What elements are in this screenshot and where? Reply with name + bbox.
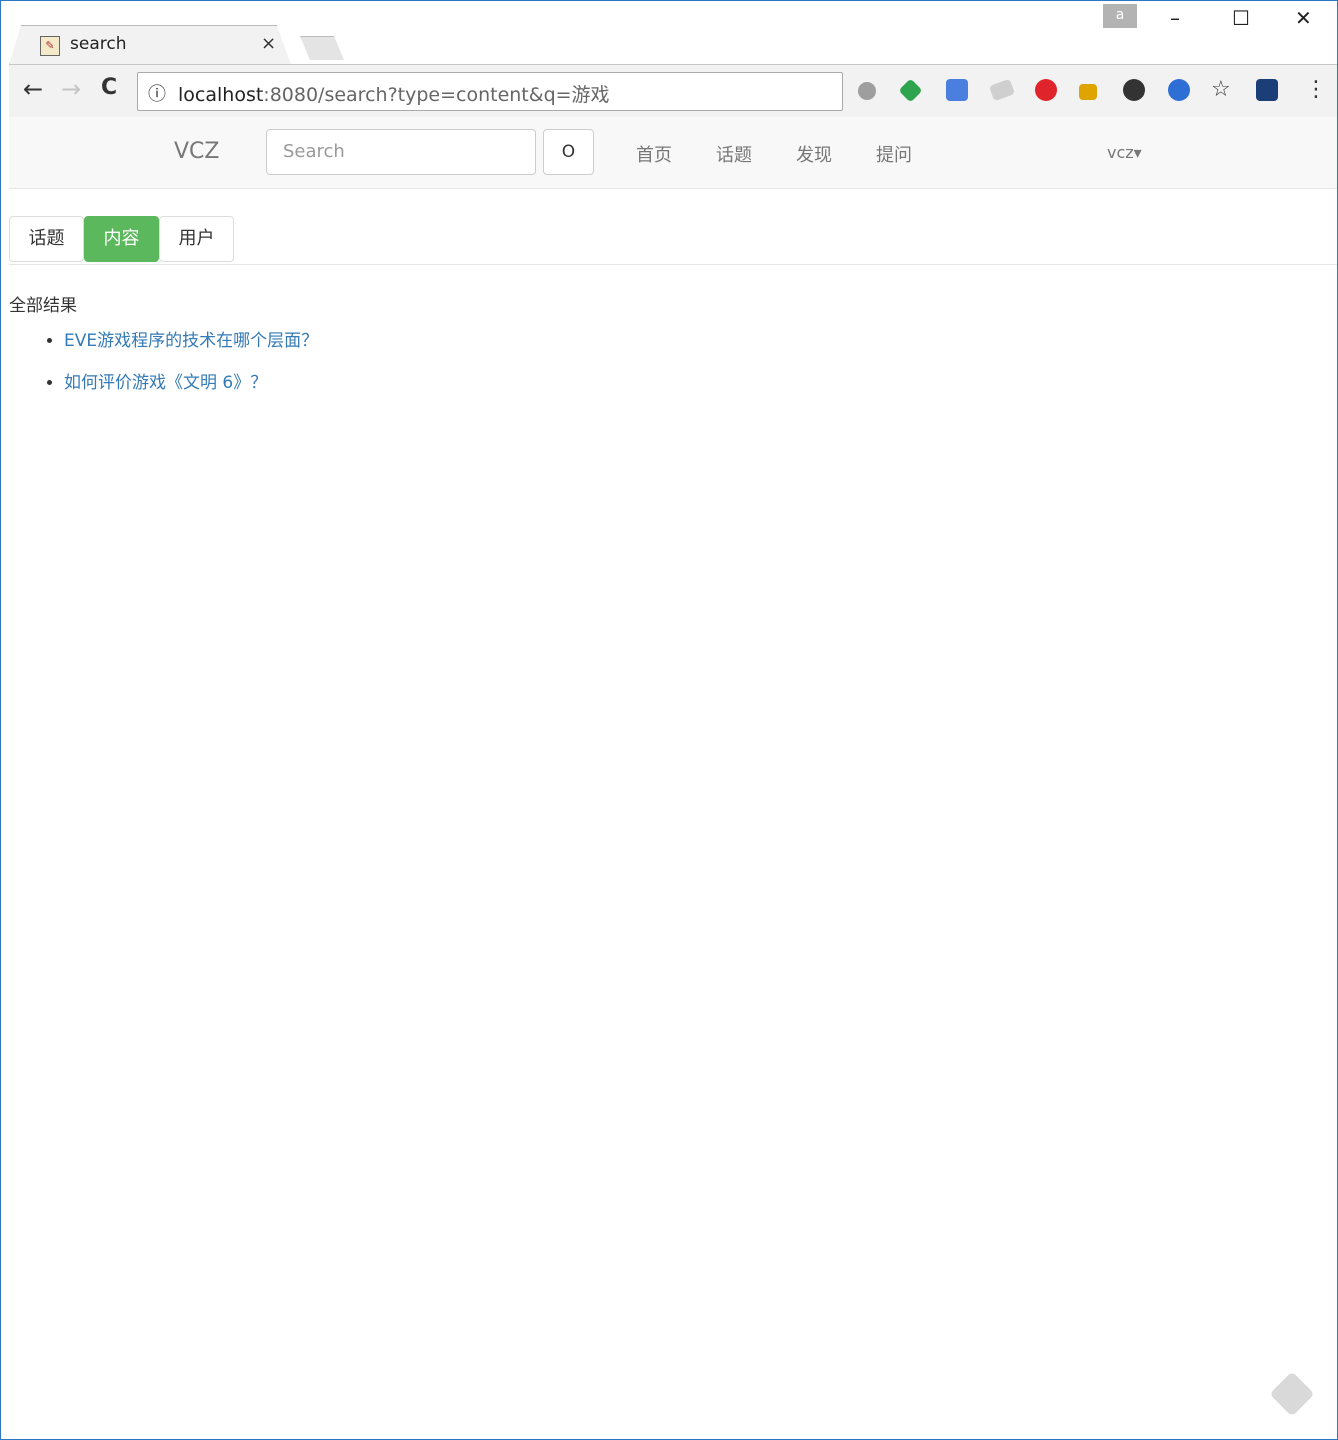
result-link[interactable]: 如何评价游戏《文明 6》？ [64,373,267,393]
favicon-icon: ✎ [40,36,60,56]
reload-icon[interactable]: C [101,75,117,100]
app-navbar: VCZ Search O 首页 话题 发现 提问 vcz▾ [9,117,1337,189]
nav-ask[interactable]: 提问 [876,141,912,167]
search-button[interactable]: O [543,129,594,175]
shield-icon[interactable] [1256,79,1278,101]
browser-toolbar: ← → C ⓘ localhost:8080/search?type=conte… [9,64,1337,118]
address-bar[interactable]: ⓘ localhost:8080/search?type=content&q=游… [137,72,843,111]
user-menu[interactable]: vcz▾ [1107,143,1142,162]
user-name: vcz [1107,143,1134,162]
bookmark-star-icon[interactable]: ☆ [1211,77,1231,102]
results-heading: 全部结果 [9,296,77,316]
record-icon[interactable] [858,82,876,100]
results-list: EVE游戏程序的技术在哪个层面？ 如何评价游戏《文明 6》？ [9,327,318,411]
globe-icon[interactable] [1168,79,1190,101]
forward-icon[interactable]: → [61,75,81,103]
tag-icon[interactable] [988,78,1016,102]
nav-topics[interactable]: 话题 [716,141,752,167]
site-info-icon[interactable]: ⓘ [148,80,166,106]
tab-close-icon[interactable]: × [261,33,276,54]
tab-title: search [70,34,127,54]
maximize-icon[interactable]: ☐ [1232,6,1250,30]
list-item: EVE游戏程序的技术在哪个层面？ [64,327,318,369]
translate-icon[interactable] [946,79,968,101]
browser-menu-icon[interactable]: ⋮ [1305,77,1327,102]
browser-tab-content[interactable]: ✎ search × [9,25,291,65]
caret-down-icon: ▾ [1133,143,1142,162]
tab-topics[interactable]: 话题 [9,216,84,262]
tab-content[interactable]: 内容 [84,216,159,262]
tabs-divider [9,264,1337,265]
address-text[interactable]: localhost:8080/search?type=content&q=游戏 [178,80,610,107]
brand-logo[interactable]: VCZ [174,139,219,164]
address-path: :8080/search?type=content&q=游戏 [263,84,610,106]
circle-e-icon[interactable] [1123,79,1145,101]
search-input[interactable]: Search [266,129,536,175]
nav-home[interactable]: 首页 [636,141,672,167]
adblock-icon[interactable] [1035,79,1057,101]
green-diamond-icon[interactable] [898,78,923,103]
minimize-icon[interactable]: – [1170,6,1180,30]
tab-users[interactable]: 用户 [159,216,234,262]
profile-button[interactable]: a [1103,4,1137,28]
back-icon[interactable]: ← [23,75,43,103]
list-item: 如何评价游戏《文明 6》？ [64,369,318,411]
chart-icon[interactable] [1079,84,1097,100]
result-link[interactable]: EVE游戏程序的技术在哪个层面？ [64,331,318,351]
diamond-extension-icon[interactable] [1269,1371,1315,1417]
close-window-icon[interactable]: ✕ [1295,6,1312,30]
address-host: localhost [178,84,264,106]
nav-discover[interactable]: 发现 [796,141,832,167]
